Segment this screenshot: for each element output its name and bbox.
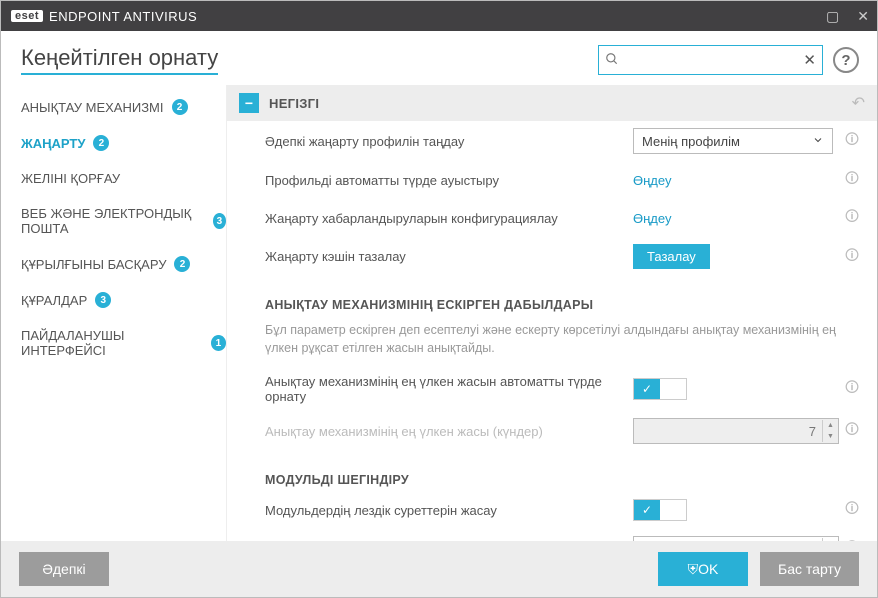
row-label: Жаңарту хабарландыруларын конфигурацияла… [265,211,633,226]
window-maximize-icon[interactable]: ▢ [826,8,839,25]
sidebar-item-label: ҚҰРЫЛҒЫНЫ БАСҚАРУ [21,257,166,272]
sidebar-badge: 2 [174,256,190,272]
cancel-button[interactable]: Бас тарту [760,552,859,586]
window-close-icon[interactable]: ✕ [857,8,869,25]
search-icon [605,52,619,69]
page-header: Кеңейтілген орнату ✕ ? [1,31,877,85]
sidebar-item-label: ВЕБ ЖӘНЕ ЭЛЕКТРОНДЫҚ ПОШТА [21,206,205,236]
toggle-auto-age[interactable]: ✓ [633,378,687,400]
undo-icon[interactable]: ↶ [852,93,865,113]
row-default-profile: Әдепкі жаңарту профилін таңдау Менің про… [227,121,877,161]
max-age-value [634,424,822,439]
row-max-age: Анықтау механизмінің ең үлкен жасы (күнд… [227,411,877,451]
info-icon[interactable]: 🛈 [841,129,863,153]
info-icon[interactable]: 🛈 [841,377,863,401]
max-age-input: ▲▼ [633,418,839,444]
row-label: Әдепкі жаңарту профилін таңдау [265,134,633,149]
profile-select[interactable]: Менің профилім [633,128,833,154]
sidebar-item-webmail[interactable]: ВЕБ ЖӘНЕ ЭЛЕКТРОНДЫҚ ПОШТА 3 [21,196,226,246]
row-label: Модульдердің лездік суреттерін жасау [265,503,633,518]
sidebar-item-network[interactable]: ЖЕЛІНІ ҚОРҒАУ [21,161,226,196]
row-label: Профильді автоматты түрде ауыстыру [265,173,633,188]
sidebar-item-ui[interactable]: ПАЙДАЛАНУШЫ ИНТЕРФЕЙСІ 1 [21,318,226,368]
check-icon: ✓ [634,379,660,399]
sidebar-badge: 3 [95,292,111,308]
row-local-count: Жергілікті сақталған суреттер саны ▲▼ 🛈 [227,529,877,541]
search-box[interactable]: ✕ [598,45,823,75]
toggle-snapshots[interactable]: ✓ [633,499,687,521]
local-count-input[interactable]: ▲▼ [633,536,839,541]
subheading-alerts: АНЫҚТАУ МЕХАНИЗМІНІҢ ЕСКІРГЕН ДАБЫЛДАРЫ [227,276,877,316]
help-button[interactable]: ? [833,47,859,73]
info-icon[interactable]: 🛈 [841,537,863,541]
brand-badge: eset [11,10,43,22]
spinner[interactable]: ▲▼ [822,538,838,541]
row-snapshots: Модульдердің лездік суреттерін жасау ✓ 🛈 [227,491,877,529]
search-input[interactable] [623,53,803,68]
select-value: Менің профилім [642,134,740,149]
row-label: Жаңарту кэшін тазалау [265,249,633,264]
sidebar-item-label: ПАЙДАЛАНУШЫ ИНТЕРФЕЙСІ [21,328,203,358]
chevron-down-icon [812,134,824,149]
sidebar: АНЫҚТАУ МЕХАНИЗМІ 2 ЖАҢАРТУ 2 ЖЕЛІНІ ҚОР… [1,85,226,541]
title-bar: eset ENDPOINT ANTIVIRUS ▢ ✕ [1,1,877,31]
search-clear-icon[interactable]: ✕ [803,51,816,69]
subheading-desc: Бұл параметр ескірген деп есептелуі және… [227,316,877,367]
info-icon[interactable]: 🛈 [841,206,863,230]
sidebar-item-detection[interactable]: АНЫҚТАУ МЕХАНИЗМІ 2 [21,89,226,125]
ok-button[interactable]: ⛨OK [658,552,748,586]
section-title: НЕГІЗГІ [269,96,319,111]
main-panel: − НЕГІЗГІ ↶ Әдепкі жаңарту профилін таңд… [226,85,877,541]
row-notifications: Жаңарту хабарландыруларын конфигурацияла… [227,199,877,237]
row-auto-age: Анықтау механизмінің ең үлкен жасын авто… [227,367,877,411]
page-title: Кеңейтілген орнату [21,45,218,75]
edit-link[interactable]: Өңдеу [633,173,671,188]
spinner: ▲▼ [822,420,838,442]
product-title: ENDPOINT ANTIVIRUS [49,9,197,24]
sidebar-badge: 2 [172,99,188,115]
sidebar-item-tools[interactable]: ҚҰРАЛДАР 3 [21,282,226,318]
sidebar-badge: 2 [93,135,109,151]
shield-icon: ⛨ [688,561,699,577]
sidebar-item-label: ЖЕЛІНІ ҚОРҒАУ [21,171,120,186]
collapse-toggle[interactable]: − [239,93,259,113]
subheading-rollback: МОДУЛЬДІ ШЕГІНДІРУ [227,451,877,491]
sidebar-badge: 1 [211,335,226,351]
sidebar-badge: 3 [213,213,226,229]
sidebar-item-label: АНЫҚТАУ МЕХАНИЗМІ [21,100,164,115]
footer: Әдепкі ⛨OK Бас тарту [1,541,877,597]
info-icon[interactable]: 🛈 [841,419,863,443]
row-label: Анықтау механизмінің ең үлкен жасын авто… [265,374,633,404]
section-header: − НЕГІЗГІ ↶ [227,85,877,121]
info-icon[interactable]: 🛈 [841,245,863,269]
row-label: Анықтау механизмінің ең үлкен жасы (күнд… [265,424,633,439]
check-icon: ✓ [634,500,660,520]
info-icon[interactable]: 🛈 [841,168,863,192]
sidebar-item-device[interactable]: ҚҰРЫЛҒЫНЫ БАСҚАРУ 2 [21,246,226,282]
window-controls: ▢ ✕ [826,8,869,25]
row-auto-switch: Профильді автоматты түрде ауыстыру Өңдеу… [227,161,877,199]
clear-cache-button[interactable]: Тазалау [633,244,710,269]
default-button[interactable]: Әдепкі [19,552,109,586]
sidebar-item-label: ҚҰРАЛДАР [21,293,87,308]
sidebar-item-update[interactable]: ЖАҢАРТУ 2 [21,125,226,161]
edit-link[interactable]: Өңдеу [633,211,671,226]
row-clear-cache: Жаңарту кэшін тазалау Тазалау 🛈 [227,237,877,276]
info-icon[interactable]: 🛈 [841,498,863,522]
sidebar-item-label: ЖАҢАРТУ [21,136,85,151]
